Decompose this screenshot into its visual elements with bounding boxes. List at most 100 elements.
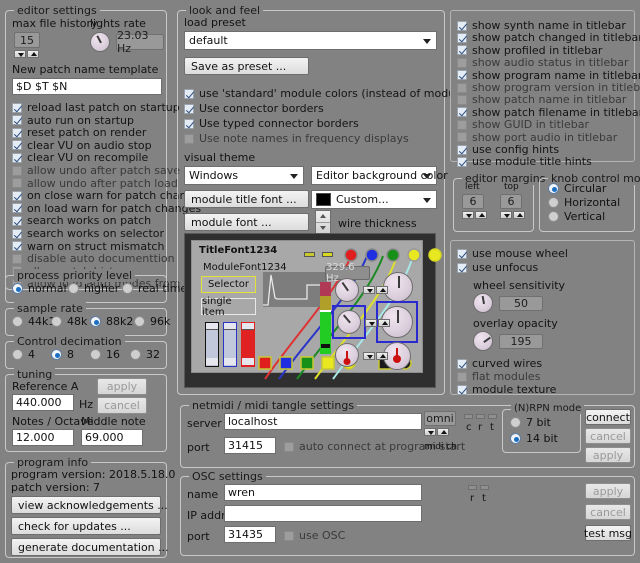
overlay-opacity-value[interactable]: 195 [499, 334, 543, 349]
margin-left-value[interactable]: 6 [462, 194, 484, 209]
visual-theme-combo[interactable]: Windows [184, 166, 304, 185]
osc-test-msg-button[interactable]: test msg [584, 525, 632, 541]
midi-channel-spinner[interactable] [424, 428, 449, 436]
mouse-option-bottom-checkbox-0[interactable]: curved wires [457, 357, 542, 370]
max-file-history-up-icon[interactable] [27, 50, 39, 58]
mouse-option-top-checkbox-1[interactable]: use unfocus [457, 261, 538, 274]
titlebar-checkbox-7[interactable]: show patch filename in titlebar [457, 106, 640, 119]
osc-name-input[interactable]: wren [224, 484, 422, 501]
tuning-cancel-button[interactable]: cancel [97, 397, 147, 414]
editor-setting-checkbox-4[interactable]: clear VU on recompile [12, 151, 148, 164]
editor-setting-checkbox-5[interactable]: allow undo after patch save [12, 164, 180, 177]
control-decimation-radio-0[interactable]: 4 [12, 348, 35, 361]
editor-setting-checkbox-3[interactable]: clear VU on audio stop [12, 139, 152, 152]
titlebar-checkbox-1[interactable]: show patch changed in titlebar [457, 31, 640, 44]
osc-port-input[interactable]: 31435 [224, 526, 276, 543]
notes-octave-input[interactable]: 12.000 [12, 429, 74, 446]
mouse-option-bottom-checkbox-2[interactable]: module texture [457, 383, 556, 396]
look-feel-checkbox-2[interactable]: Use typed connector borders [184, 117, 359, 130]
module-title-font-button[interactable]: module title font ... [184, 190, 309, 208]
titlebar-checkbox-9[interactable]: show port audio in titlebar [457, 131, 617, 144]
editor-setting-checkbox-9[interactable]: search works on patch [12, 214, 151, 227]
titlebar-checkbox-3[interactable]: show audio status in titlebar [457, 56, 628, 69]
control-decimation-radio-2[interactable]: 16 [90, 348, 120, 361]
wire-thickness-down-icon[interactable] [316, 221, 330, 234]
rpn-mode-radio-0[interactable]: 7 bit [510, 416, 551, 429]
preview-spinner-3[interactable] [363, 352, 388, 360]
editor-setting-checkbox-11[interactable]: warn on struct mismatch [12, 240, 164, 253]
titlebar-checkbox-2[interactable]: show profiled in titlebar [457, 44, 602, 57]
process-priority-radio-0[interactable]: normal [12, 282, 67, 295]
module-font-button[interactable]: module font ... [184, 213, 309, 231]
preview-knob-1[interactable] [335, 278, 359, 302]
preview-spinner-2[interactable] [365, 319, 390, 327]
knob-control-mode-radio-1[interactable]: Horizontal [548, 196, 620, 209]
rpn-mode-radio-1[interactable]: 14 bit [510, 432, 558, 445]
editor-setting-checkbox-10[interactable]: search works on selector [12, 227, 164, 240]
margin-top-value[interactable]: 6 [500, 194, 522, 209]
knob-control-mode-radio-2[interactable]: Vertical [548, 210, 605, 223]
osc-ip-input[interactable] [224, 505, 422, 522]
look-feel-checkbox-3[interactable]: Use note names in frequency displays [184, 132, 409, 145]
custom-color-combo[interactable]: Custom... [311, 190, 437, 209]
patch-template-input[interactable]: $D $T $N [12, 78, 162, 95]
max-file-history-down-icon[interactable] [14, 50, 26, 58]
bg-color-target-combo[interactable]: Editor background color [311, 166, 448, 185]
reference-a-input[interactable]: 440.000 [12, 394, 74, 411]
mouse-option-top-checkbox-0[interactable]: use mouse wheel [457, 247, 568, 260]
preview-spinner-1[interactable] [363, 286, 388, 294]
wheel-sensitivity-knob[interactable] [473, 293, 493, 313]
control-decimation-radio-3[interactable]: 32 [130, 348, 160, 361]
preview-selector-button[interactable]: Selector [201, 276, 256, 293]
tuning-apply-button[interactable]: apply [97, 378, 147, 395]
knob-control-mode-radio-0[interactable]: Circular [548, 182, 606, 195]
view-acknowledgements-button[interactable]: view acknowledgements ... [11, 496, 168, 514]
sample-rate-radio-1[interactable]: 48k [51, 315, 87, 328]
sample-rate-radio-2[interactable]: 88k2 [90, 315, 133, 328]
wire-thickness-spinner[interactable] [315, 210, 331, 234]
netmidi-apply-button[interactable]: apply [585, 447, 631, 463]
netmidi-connect-button[interactable]: connect [585, 409, 631, 425]
process-priority-radio-1[interactable]: higher [68, 282, 119, 295]
titlebar-checkbox-0[interactable]: show synth name in titlebar [457, 19, 626, 32]
wheel-sensitivity-value[interactable]: 50 [499, 296, 543, 311]
control-decimation-radio-1[interactable]: 8 [51, 348, 74, 361]
editor-setting-checkbox-12[interactable]: disable auto documenttion [12, 252, 175, 265]
save-as-preset-button[interactable]: Save as preset ... [184, 57, 309, 75]
margin-top-spinner[interactable] [500, 211, 525, 219]
editor-setting-checkbox-1[interactable]: auto run on startup [12, 114, 134, 127]
load-preset-combo[interactable]: default [184, 31, 437, 50]
netmidi-port-input[interactable]: 31415 [224, 437, 276, 454]
middle-note-input[interactable]: 69.000 [81, 429, 143, 446]
overlay-opacity-knob[interactable] [473, 331, 493, 351]
preview-knob-3[interactable] [335, 343, 359, 367]
editor-setting-checkbox-6[interactable]: allow undo after patch load [12, 177, 178, 190]
max-file-history-value[interactable]: 15 [14, 32, 40, 48]
titlebar-checkbox-11[interactable]: use module title hints [457, 155, 592, 168]
preview-single-item-button[interactable]: single item [201, 296, 256, 318]
editor-setting-checkbox-0[interactable]: reload last patch on startup [12, 101, 180, 114]
titlebar-checkbox-8[interactable]: show GUID in titlebar [457, 118, 589, 131]
margin-left-spinner[interactable] [462, 211, 487, 219]
titlebar-checkbox-4[interactable]: show program name in titlebar [457, 69, 640, 82]
mouse-option-bottom-checkbox-1[interactable]: flat modules [457, 370, 540, 383]
look-feel-checkbox-1[interactable]: Use connector borders [184, 102, 324, 115]
titlebar-checkbox-5[interactable]: show program version in titlebar [457, 81, 640, 94]
sample-rate-radio-0[interactable]: 44k1 [12, 315, 55, 328]
titlebar-checkbox-6[interactable]: show patch name in titlebar [457, 93, 626, 106]
module-preview-canvas[interactable]: TitleFont1234 ModuleFont1234 Selector si… [184, 233, 442, 388]
lights-rate-knob[interactable] [90, 32, 110, 52]
titlebar-checkbox-10[interactable]: use config hints [457, 143, 559, 156]
sample-rate-radio-3[interactable]: 96k [134, 315, 170, 328]
check-for-updates-button[interactable]: check for updates ... [11, 517, 161, 535]
wire-thickness-up-icon[interactable] [316, 211, 330, 222]
editor-setting-checkbox-8[interactable]: on load warn for patch changes [12, 202, 201, 215]
editor-setting-checkbox-2[interactable]: reset patch on render [12, 126, 146, 139]
netmidi-cancel-button[interactable]: cancel [585, 428, 631, 444]
max-file-history-spinner[interactable] [14, 50, 39, 58]
osc-cancel-button[interactable]: cancel [585, 504, 631, 520]
generate-documentation-button[interactable]: generate documentation ... [11, 538, 169, 556]
use-osc-checkbox[interactable]: use OSC [284, 529, 345, 542]
osc-apply-button[interactable]: apply [585, 483, 631, 499]
midi-channel-value[interactable]: omni [424, 411, 456, 426]
